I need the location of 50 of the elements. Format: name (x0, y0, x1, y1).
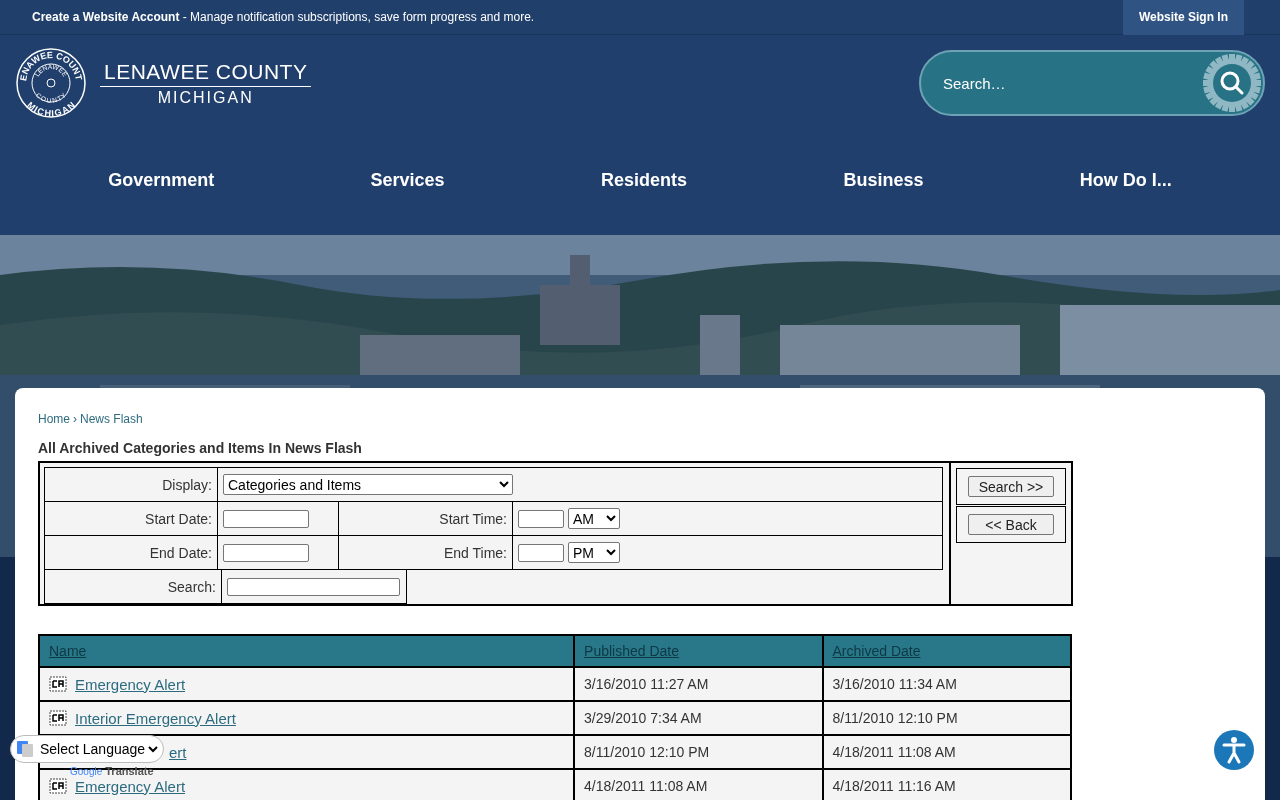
search-field[interactable]: Search… (919, 50, 1265, 116)
page-heading: All Archived Categories and Items In News Flash (38, 440, 363, 456)
time-field[interactable] (518, 509, 564, 528)
table-cell: 3/16/2010 11:34 AM (822, 667, 1071, 701)
field-label: Start Date: (145, 510, 212, 527)
item-link[interactable]: Emergency Alert (75, 675, 186, 693)
time-field[interactable] (518, 543, 564, 562)
item-link[interactable]: Emergency Alert (75, 777, 186, 795)
keyword-field[interactable] (227, 577, 400, 596)
table-cell: 3/29/2010 7:34 AM (574, 701, 823, 735)
county-name: LENAWEE COUNTY (100, 59, 312, 87)
display-select[interactable]: Categories and Items (223, 474, 513, 495)
date-field[interactable] (223, 509, 309, 528)
account-message: Create a Website Account - Manage notification subscriptions, save form progress and more. (32, 10, 535, 24)
breadcrumb-separator: › (73, 412, 77, 426)
sign-in-link[interactable]: Website Sign In (1122, 0, 1244, 35)
breadcrumb-link[interactable]: Home (38, 412, 70, 426)
nav-link[interactable]: Services (370, 170, 445, 191)
item-link[interactable]: Interior Emergency Alert (75, 709, 236, 727)
period-select[interactable]: AM (568, 508, 620, 529)
back-button[interactable]: << Back (968, 514, 1054, 535)
table-cell: 8/11/2010 12:10 PM (574, 735, 823, 769)
field-label: End Date: (149, 544, 212, 561)
category-icon (49, 710, 67, 726)
search-input[interactable]: Search… (941, 67, 1185, 99)
nav-link[interactable]: How Do I... (1079, 170, 1172, 191)
nav-link[interactable]: Business (843, 170, 924, 191)
state-name: MICHIGAN (157, 88, 254, 107)
category-icon (49, 778, 67, 794)
table-cell: 8/11/2010 12:10 PM (822, 701, 1071, 735)
field-label: Search: (167, 578, 216, 595)
date-field[interactable] (223, 543, 309, 562)
language-select[interactable]: Select Language (10, 735, 164, 763)
field-label: Display: (162, 476, 212, 493)
table-cell: 4/18/2011 11:08 AM (574, 769, 823, 800)
search-submit-button[interactable]: Search >> (968, 476, 1054, 497)
category-icon (49, 676, 67, 692)
field-label: End Time: (443, 544, 507, 561)
nav-link[interactable]: Residents (601, 170, 688, 191)
breadcrumb-link[interactable]: News Flash (80, 412, 143, 426)
accessibility-icon[interactable] (1214, 730, 1254, 770)
table-cell: 3/16/2010 11:27 AM (574, 667, 823, 701)
period-select[interactable]: PM (568, 542, 620, 563)
item-link[interactable]: ert (169, 743, 187, 761)
field-label: Start Time: (439, 510, 507, 527)
table-cell: 4/18/2011 11:08 AM (822, 735, 1071, 769)
search-icon[interactable] (1201, 52, 1263, 114)
table-cell: 4/18/2011 11:16 AM (822, 769, 1071, 800)
translate-icon (17, 741, 33, 757)
nav-link[interactable]: Government (108, 170, 215, 191)
